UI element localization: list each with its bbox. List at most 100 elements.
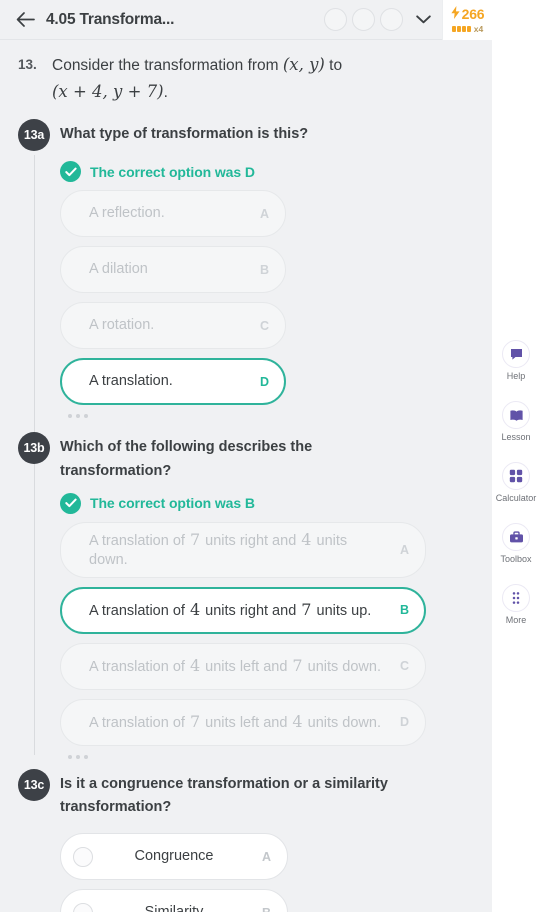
question-number: 13.: [18, 57, 37, 72]
top-bar-right: 266 x4: [324, 0, 492, 40]
points-value: 266: [461, 6, 485, 22]
option-number: 4: [292, 712, 303, 732]
option-letter: C: [399, 659, 409, 674]
options-list-13a: A reflection. A A dilation B A rotation.…: [60, 190, 492, 406]
back-button[interactable]: [12, 7, 38, 33]
option-letter: B: [399, 603, 409, 618]
option-label: A rotation.: [89, 317, 155, 334]
chat-bubble-icon: [502, 340, 530, 368]
chevron-down-icon[interactable]: [412, 9, 434, 31]
multiplier-segments-icon: [451, 25, 471, 32]
points-badge[interactable]: 266 x4: [442, 0, 492, 40]
option-b[interactable]: A translation of 4 units right and 7 uni…: [60, 586, 426, 634]
option-d[interactable]: A translation of 7 units left and 4 unit…: [60, 698, 426, 746]
subquestion-badge: 13a: [18, 119, 50, 152]
subquestion-13a-header: 13a What type of transformation is this?: [18, 119, 492, 152]
correct-answer-text: The correct option was D: [90, 163, 255, 180]
option-number: 7: [301, 600, 312, 620]
subquestion-title: What type of transformation is this?: [60, 126, 309, 143]
arrow-left-icon: [16, 12, 35, 27]
option-a[interactable]: A translation of 7 units right and 4 uni…: [60, 521, 426, 578]
option-letter: A: [399, 542, 409, 557]
avatar[interactable]: [352, 8, 375, 31]
top-bar: 4.05 Transforma... 266 x4: [0, 0, 492, 40]
options-list-13b: A translation of 7 units right and 4 uni…: [60, 521, 492, 746]
dots-grid-icon: [502, 584, 530, 612]
lightning-bolt-icon: [451, 5, 460, 23]
option-number: 4: [189, 600, 201, 620]
briefcase-icon: [502, 523, 530, 551]
subquestion-title: Is it a congruence transformation or a s…: [60, 775, 388, 816]
option-letter: A: [261, 849, 271, 864]
sidebar-label: Calculator: [495, 493, 537, 503]
correct-answer-banner: The correct option was D: [60, 157, 492, 190]
avatar[interactable]: [380, 8, 403, 31]
correct-answer-banner: The correct option was B: [60, 489, 492, 522]
stem-line1-pre: Consider the transformation from: [52, 57, 283, 74]
option-label: Congruence: [134, 848, 214, 865]
option-d[interactable]: A translation. D: [60, 358, 286, 406]
multiplier-row: x4: [451, 23, 484, 34]
app-screen: 4.05 Transforma... 266 x4 13. Consider t…: [0, 0, 540, 912]
subquestion-13c-header: 13c Is it a congruence transformation or…: [18, 768, 492, 819]
option-b[interactable]: A dilation B: [60, 246, 286, 294]
book-icon: [502, 401, 530, 429]
option-a[interactable]: A reflection. A: [60, 190, 286, 238]
sidebar-label: Lesson: [501, 432, 531, 442]
sidebar-label: Help: [506, 371, 526, 381]
option-number: 4: [189, 656, 201, 676]
subquestion-13b-body: The correct option was B A translation o…: [18, 483, 492, 763]
sidebar-item-calculator[interactable]: Calculator: [492, 462, 540, 503]
subquestion-title: Which of the following describes the tra…: [60, 439, 313, 479]
option-label: A translation of 7 units left and 4 unit…: [89, 712, 381, 732]
option-number: 4: [301, 529, 312, 549]
check-circle-icon: [60, 161, 81, 183]
lesson-title: 4.05 Transforma...: [46, 10, 175, 28]
subquestion-13b: 13b Which of the following describes the…: [0, 422, 492, 763]
option-letter: D: [399, 715, 409, 730]
stem-line1-post: to: [324, 57, 343, 74]
avatar[interactable]: [324, 8, 347, 31]
check-circle-icon: [60, 492, 81, 514]
option-number: 7: [189, 712, 201, 732]
option-letter: C: [259, 318, 269, 333]
option-c[interactable]: A rotation. C: [60, 302, 286, 350]
option-letter: A: [259, 206, 269, 221]
option-label: A translation of 4 units left and 7 unit…: [89, 656, 381, 676]
subquestion-badge: 13c: [18, 768, 50, 801]
stem-math-source: (x, y): [282, 55, 325, 74]
ellipsis-icon[interactable]: [60, 746, 492, 763]
option-c[interactable]: A translation of 4 units left and 7 unit…: [60, 642, 426, 690]
subquestion-13c: 13c Is it a congruence transformation or…: [0, 763, 492, 912]
question-stem-text: Consider the transformation from (x, y) …: [52, 52, 342, 105]
option-b[interactable]: Similarity B: [60, 889, 288, 912]
option-label: A translation of 7 units right and 4 uni…: [89, 529, 348, 569]
sidebar-label: More: [505, 615, 527, 625]
question-stem: 13. Consider the transformation from (x,…: [0, 40, 492, 111]
subquestion-badge: 13b: [18, 432, 50, 465]
radio-button[interactable]: [73, 846, 93, 867]
main-content-column: 4.05 Transforma... 266 x4 13. Consider t…: [0, 0, 492, 912]
option-letter: B: [259, 906, 271, 912]
subquestion-13c-body: Congruence A Similarity B: [18, 819, 492, 912]
grid-squares-icon: [502, 462, 530, 490]
question-scroll-area[interactable]: 13. Consider the transformation from (x,…: [0, 40, 492, 912]
avatar-group: [324, 8, 403, 31]
multiplier-label: x4: [473, 23, 484, 34]
option-label: A translation of 4 units right and 7 uni…: [89, 600, 372, 620]
options-list-13c: Congruence A Similarity B: [60, 833, 492, 912]
option-a[interactable]: Congruence A: [60, 833, 288, 881]
points-row: 266: [451, 5, 485, 23]
radio-button[interactable]: [73, 902, 93, 912]
sidebar-item-help[interactable]: Help: [492, 340, 540, 381]
sidebar-item-toolbox[interactable]: Toolbox: [492, 523, 540, 564]
sidebar-item-lesson[interactable]: Lesson: [492, 401, 540, 442]
option-letter: D: [259, 374, 269, 389]
ellipsis-icon[interactable]: [60, 405, 492, 422]
option-label: A translation.: [89, 373, 173, 390]
option-label: A reflection.: [89, 205, 165, 222]
sidebar-label: Toolbox: [500, 554, 532, 564]
sidebar-item-more[interactable]: More: [492, 584, 540, 625]
subquestion-13b-header: 13b Which of the following describes the…: [18, 432, 492, 482]
stem-period: .: [163, 83, 168, 101]
